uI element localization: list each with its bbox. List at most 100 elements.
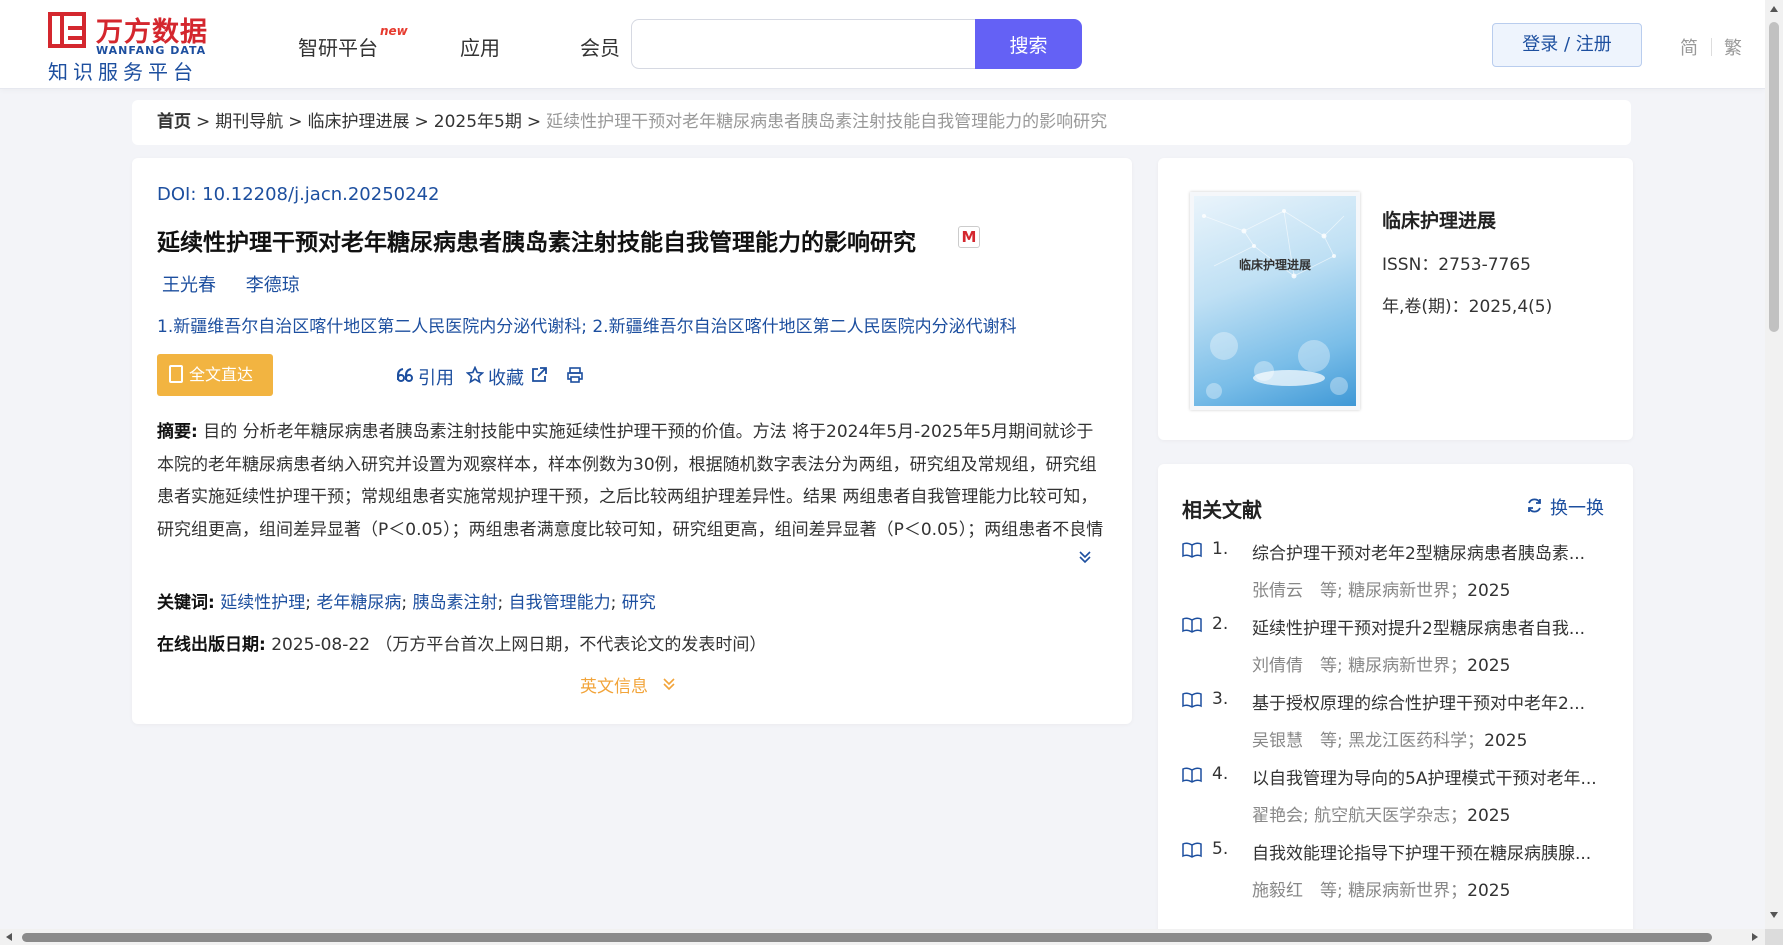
search-button[interactable]: 搜索 — [975, 19, 1082, 69]
pubdate-note: （万方平台首次上网日期，不代表论文的发表时间） — [375, 635, 767, 655]
breadcrumb-home[interactable]: 首页 — [157, 112, 191, 132]
breadcrumb-separator: > — [414, 112, 429, 132]
related-item-source: 吴银慧 等; 黑龙江医药科学； — [1252, 731, 1485, 751]
journal-volume: 年,卷(期)：2025,4(5) — [1382, 297, 1553, 317]
related-item-year: 2025 — [1467, 881, 1511, 901]
collect-button[interactable]: 收藏 — [488, 364, 524, 390]
publish-date: 在线出版日期: 2025-08-22 （万方平台首次上网日期，不代表论文的发表时… — [157, 630, 766, 655]
cite-button[interactable]: 引用 — [418, 364, 454, 390]
wanfang-logo[interactable]: 万方数据 WANFANG DATA 知识服务平台 — [48, 10, 238, 84]
related-item-number: 3. — [1212, 689, 1229, 709]
scroll-right-arrow-icon[interactable] — [1752, 933, 1758, 941]
related-item-source: 刘倩倩 等; 糖尿病新世界； — [1252, 656, 1468, 676]
keywords: 关键词: 延续性护理; 老年糖尿病; 胰岛素注射; 自我管理能力; 研究 — [157, 593, 656, 613]
related-item-title[interactable]: 基于授权原理的综合性护理干预对中老年2... — [1252, 689, 1612, 714]
keyword-link[interactable]: 自我管理能力 — [509, 593, 611, 613]
nav-zhiyan[interactable]: 智研平台 — [298, 32, 378, 61]
related-item-meta: 吴银慧 等; 黑龙江医药科学；2025 — [1252, 726, 1527, 751]
breadcrumb-separator: > — [196, 112, 211, 132]
search-input[interactable] — [631, 19, 975, 69]
nav-membership[interactable]: 会员 — [580, 32, 620, 61]
journal-name[interactable]: 临床护理进展 — [1382, 206, 1496, 233]
journal-card: 临床护理进展 临床护理进展 ISSN：2753-7765 年,卷(期)：2025… — [1158, 158, 1633, 440]
keywords-label: 关键词: — [157, 593, 215, 613]
book-icon — [1182, 692, 1202, 708]
horizontal-scroll-thumb[interactable] — [22, 933, 1712, 942]
related-item-source: 施毅红 等; 糖尿病新世界； — [1252, 881, 1468, 901]
breadcrumb-separator: > — [526, 112, 542, 132]
related-item-number: 5. — [1212, 839, 1229, 859]
lang-divider — [1711, 38, 1712, 56]
quote-icon[interactable] — [396, 366, 414, 384]
english-info-toggle[interactable]: 英文信息 — [580, 672, 648, 697]
document-free-icon — [169, 365, 183, 383]
related-item-meta: 刘倩倩 等; 糖尿病新世界；2025 — [1252, 651, 1510, 676]
wanfang-logo-icon — [48, 12, 86, 48]
related-item-meta: 翟艳会; 航空航天医学杂志；2025 — [1252, 801, 1510, 826]
article-title: 延续性护理干预对老年糖尿病患者胰岛素注射技能自我管理能力的影响研究 — [157, 230, 916, 256]
book-icon — [1182, 767, 1202, 783]
english-info-chevron-icon[interactable] — [662, 677, 676, 691]
fulltext-button[interactable]: 全文直达 — [157, 354, 273, 396]
related-item-year: 2025 — [1467, 656, 1511, 676]
nav-apps[interactable]: 应用 — [460, 32, 500, 61]
breadcrumb-issue[interactable]: 2025年5期 — [434, 112, 522, 132]
keyword-link[interactable]: 研究 — [622, 593, 656, 613]
author-link[interactable]: 王光春 — [162, 275, 216, 296]
star-icon[interactable] — [466, 366, 484, 384]
breadcrumb-current: 延续性护理干预对老年糖尿病患者胰岛素注射技能自我管理能力的影响研究 — [546, 112, 1108, 132]
related-item-title[interactable]: 综合护理干预对老年2型糖尿病患者胰岛素... — [1252, 539, 1612, 564]
doi-label: DOI: — [157, 184, 203, 205]
pubdate-value: 2025-08-22 — [271, 635, 371, 655]
related-item-number: 1. — [1212, 539, 1229, 559]
journal-cover[interactable]: 临床护理进展 — [1190, 192, 1360, 410]
keyword-link[interactable]: 延续性护理 — [220, 593, 305, 613]
keyword-link[interactable]: 胰岛素注射 — [413, 593, 498, 613]
refresh-icon[interactable] — [1526, 497, 1543, 514]
related-title: 相关文献 — [1182, 498, 1262, 522]
related-item-source: 翟艳会; 航空航天医学杂志； — [1252, 806, 1468, 826]
related-literature: 相关文献 换一换 1. 综合护理干预对老年2型糖尿病患者胰岛素... 张倩云 等… — [1158, 464, 1633, 945]
vertical-scrollbar[interactable] — [1765, 0, 1783, 929]
related-item-title[interactable]: 自我效能理论指导下护理干预在糖尿病胰腺... — [1252, 839, 1612, 864]
lang-traditional[interactable]: 繁 — [1724, 34, 1742, 60]
article-card: DOI: 10.12208/j.jacn.20250242 延续性护理干预对老年… — [132, 158, 1132, 724]
share-icon[interactable] — [530, 366, 548, 384]
journal-issn: ISSN：2753-7765 — [1382, 255, 1531, 275]
lang-simplified[interactable]: 简 — [1680, 34, 1698, 60]
horizontal-scrollbar[interactable] — [0, 929, 1765, 945]
m-badge-icon[interactable]: M — [958, 226, 980, 248]
author-link[interactable]: 李德琼 — [246, 275, 300, 296]
related-item-number: 2. — [1212, 614, 1229, 634]
scrollbar-corner — [1765, 929, 1783, 945]
login-register-button[interactable]: 登录 / 注册 — [1492, 23, 1642, 67]
book-icon — [1182, 842, 1202, 858]
abstract-label: 摘要: — [157, 422, 198, 442]
refresh-button[interactable]: 换一换 — [1550, 494, 1604, 520]
print-icon[interactable] — [566, 366, 584, 384]
scroll-down-arrow-icon[interactable] — [1770, 912, 1778, 918]
related-item-source: 张倩云 等; 糖尿病新世界； — [1252, 581, 1468, 601]
logo-subtitle: 知识服务平台 — [48, 60, 198, 84]
abstract: 摘要: 目的 分析老年糖尿病患者胰岛素注射技能中实施延续性护理干预的价值。方法 … — [157, 416, 1107, 546]
abstract-text: 目的 分析老年糖尿病患者胰岛素注射技能中实施延续性护理干预的价值。方法 将于20… — [157, 422, 1104, 540]
scroll-up-arrow-icon[interactable] — [1770, 6, 1778, 12]
affiliations[interactable]: 1.新疆维吾尔自治区喀什地区第二人民医院内分泌代谢科; 2.新疆维吾尔自治区喀什… — [157, 312, 1017, 337]
breadcrumb-journal[interactable]: 临床护理进展 — [308, 112, 410, 132]
expand-chevron-icon[interactable] — [1078, 550, 1092, 564]
vertical-scroll-thumb[interactable] — [1769, 22, 1779, 332]
cover-title: 临床护理进展 — [1238, 258, 1311, 272]
doi-link[interactable]: 10.12208/j.jacn.20250242 — [202, 184, 439, 205]
scroll-left-arrow-icon[interactable] — [6, 933, 12, 941]
keyword-link[interactable]: 老年糖尿病 — [316, 593, 401, 613]
breadcrumb: 首页 > 期刊导航 > 临床护理进展 >2025年5期 > 延续性护理干预对老年糖尿病患者胰岛… — [132, 100, 1631, 145]
related-item-meta: 施毅红 等; 糖尿病新世界；2025 — [1252, 876, 1510, 901]
breadcrumb-journal-nav[interactable]: 期刊导航 — [215, 112, 283, 132]
related-item-title[interactable]: 延续性护理干预对提升2型糖尿病患者自我... — [1252, 614, 1612, 639]
related-item-year: 2025 — [1467, 806, 1511, 826]
doi: DOI: 10.12208/j.jacn.20250242 — [157, 184, 439, 205]
fulltext-label: 全文直达 — [189, 365, 254, 384]
book-icon — [1182, 617, 1202, 633]
related-item-title[interactable]: 以自我管理为导向的5A护理模式干预对老年... — [1252, 764, 1612, 789]
cover-network-pattern — [1202, 209, 1348, 399]
